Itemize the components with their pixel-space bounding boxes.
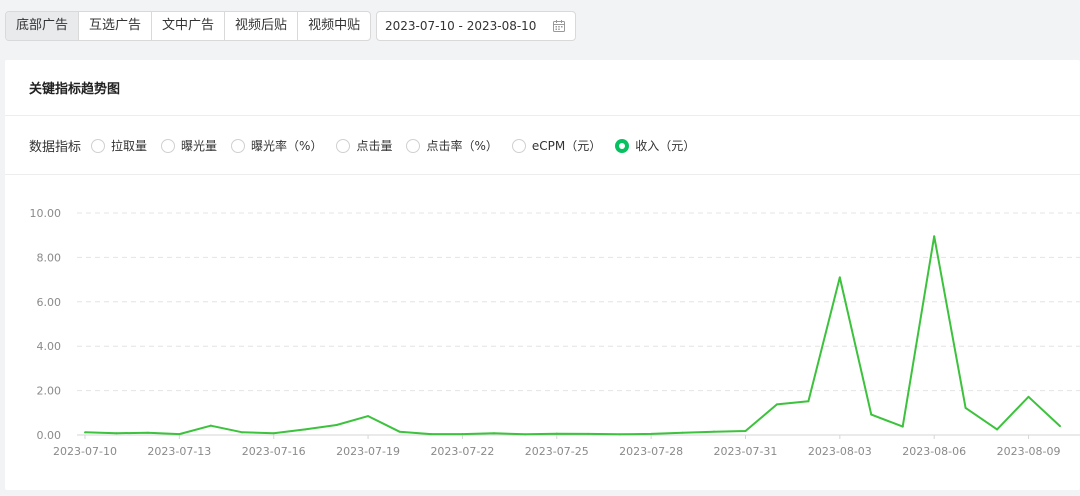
data-point [115, 432, 118, 435]
calendar-icon [553, 20, 565, 32]
data-point [367, 415, 370, 418]
data-point [587, 432, 590, 435]
x-tick-label: 2023-07-10 [53, 445, 117, 458]
data-point [178, 433, 181, 436]
data-point [209, 424, 212, 427]
y-tick-label: 0.00 [37, 429, 62, 442]
data-point [1059, 425, 1061, 428]
data-point [524, 433, 527, 436]
data-point [838, 276, 841, 279]
data-point [84, 431, 86, 434]
data-point [492, 432, 495, 435]
x-tick-label: 2023-07-19 [336, 445, 400, 458]
data-point [744, 430, 747, 433]
data-point [429, 433, 432, 436]
data-point [713, 430, 716, 433]
data-point [933, 235, 936, 238]
data-point [807, 400, 810, 403]
x-tick-label: 2023-07-25 [525, 445, 589, 458]
tab-video-mid-ad[interactable]: 视频中贴 [298, 12, 370, 40]
tab-bottom-ad[interactable]: 底部广告 [6, 12, 80, 40]
x-tick-label: 2023-08-03 [808, 445, 872, 458]
ad-type-tabs: 底部广告 互选广告 文中广告 视频后贴 视频中贴 [5, 11, 372, 41]
revenue-series-line [84, 235, 1061, 436]
y-tick-label: 4.00 [37, 340, 62, 353]
x-tick-label: 2023-07-16 [242, 445, 306, 458]
date-range-picker[interactable]: 2023-07-10 - 2023-08-10 [376, 11, 576, 41]
x-tick-label: 2023-07-31 [714, 445, 778, 458]
y-tick-label: 8.00 [37, 251, 62, 264]
trend-chart-card: 关键指标趋势图 数据指标 拉取量 曝光量 曝光率（%） 点击量 点击率（%） e… [5, 60, 1080, 490]
data-point [996, 428, 999, 431]
data-point [1027, 395, 1030, 398]
data-point [870, 413, 873, 416]
x-tick-label: 2023-08-06 [902, 445, 966, 458]
data-point [461, 433, 464, 436]
x-tick-label: 2023-07-28 [619, 445, 683, 458]
data-point [272, 432, 275, 435]
data-point [335, 424, 338, 427]
data-point [681, 431, 684, 434]
y-tick-label: 10.00 [30, 207, 62, 220]
tab-mutual-ad[interactable]: 互选广告 [79, 12, 153, 40]
x-tick-label: 2023-08-09 [997, 445, 1061, 458]
data-point [146, 431, 149, 434]
data-point [304, 428, 307, 431]
y-tick-label: 6.00 [37, 296, 62, 309]
y-tick-label: 2.00 [37, 385, 62, 398]
data-point [618, 433, 621, 436]
tab-video-post-ad[interactable]: 视频后贴 [225, 12, 299, 40]
revenue-line-chart: 0.00 2.00 4.00 6.00 8.00 10.00 2023-07-10 2023-… [30, 207, 1080, 458]
date-range-value: 2023-07-10 - 2023-08-10 [385, 19, 537, 33]
data-point [775, 403, 778, 406]
data-point [555, 432, 558, 435]
x-tick-label: 2023-07-22 [430, 445, 494, 458]
data-point [241, 431, 244, 434]
data-point [650, 432, 653, 435]
x-tick-label: 2023-07-13 [147, 445, 211, 458]
data-point [901, 425, 904, 428]
data-point [964, 406, 967, 409]
tab-in-article-ad[interactable]: 文中广告 [152, 12, 226, 40]
data-point [398, 430, 401, 433]
